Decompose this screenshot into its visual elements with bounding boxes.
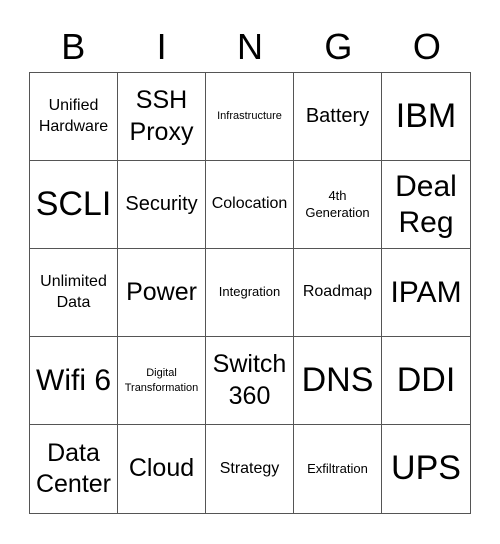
bingo-cell[interactable]: Switch 360: [206, 337, 294, 425]
bingo-cell[interactable]: 4th Generation: [294, 161, 382, 249]
cell-label: Switch 360: [212, 350, 287, 410]
cell-label: Cloud: [128, 454, 195, 483]
bingo-cell[interactable]: Unlimited Data: [30, 249, 118, 337]
bingo-cell[interactable]: IBM: [382, 73, 470, 161]
bingo-cell[interactable]: Power: [118, 249, 206, 337]
cell-label: Infrastructure: [217, 110, 282, 123]
bingo-cell[interactable]: Security: [118, 161, 206, 249]
bingo-cell[interactable]: SCLI: [30, 161, 118, 249]
cell-label: IBM: [395, 96, 457, 135]
cell-label: Digital Transformation: [124, 367, 199, 394]
bingo-cell[interactable]: UPS: [382, 425, 470, 513]
bingo-header: B I N G O: [29, 22, 471, 72]
bingo-cell[interactable]: Strategy: [206, 425, 294, 513]
bingo-cell[interactable]: DDI: [382, 337, 470, 425]
bingo-cell[interactable]: IPAM: [382, 249, 470, 337]
cell-label: Strategy: [219, 459, 280, 477]
header-letter-b: B: [61, 26, 86, 67]
cell-label: Wifi 6: [36, 363, 111, 397]
bingo-cell[interactable]: Digital Transformation: [118, 337, 206, 425]
cell-label: SCLI: [35, 184, 112, 223]
bingo-cell[interactable]: Cloud: [118, 425, 206, 513]
bingo-cell[interactable]: Exfiltration: [294, 425, 382, 513]
cell-label: Exfiltration: [307, 460, 368, 476]
bingo-grid: Unified Hardware SSH Proxy Infrastructure B…: [29, 72, 471, 514]
cell-label: Battery: [305, 105, 370, 127]
bingo-cell[interactable]: DNS: [294, 337, 382, 425]
cell-label: Security: [125, 193, 198, 215]
bingo-cell[interactable]: Data Center: [30, 425, 118, 513]
cell-label: Power: [126, 277, 197, 306]
cell-label: 4th Generation: [305, 187, 370, 220]
cell-label: Roadmap: [302, 283, 373, 301]
header-letter-n: N: [237, 26, 264, 67]
cell-label: UPS: [391, 449, 461, 488]
cell-label: Deal Reg: [395, 169, 457, 239]
cell-label: SSH Proxy: [129, 86, 194, 146]
bingo-cell[interactable]: SSH Proxy: [118, 73, 206, 161]
cell-label: DDI: [396, 360, 456, 399]
cell-label: DNS: [301, 360, 374, 399]
header-letter-o: O: [412, 26, 441, 67]
header-letter-g: G: [324, 26, 353, 67]
bingo-cell[interactable]: Integration: [206, 249, 294, 337]
header-letter-i: I: [156, 26, 167, 67]
bingo-cell[interactable]: Infrastructure: [206, 73, 294, 161]
cell-label: Colocation: [211, 195, 288, 213]
cell-label: Integration: [218, 284, 281, 300]
bingo-cell[interactable]: Wifi 6: [30, 337, 118, 425]
bingo-cell[interactable]: Roadmap: [294, 249, 382, 337]
bingo-cell[interactable]: Colocation: [206, 161, 294, 249]
bingo-cell[interactable]: Unified Hardware: [30, 73, 118, 161]
cell-label: IPAM: [390, 275, 462, 309]
bingo-cell[interactable]: Deal Reg: [382, 161, 470, 249]
cell-label: Data Center: [35, 438, 112, 498]
cell-label: Unified Hardware: [38, 96, 109, 135]
bingo-cell[interactable]: Battery: [294, 73, 382, 161]
cell-label: Unlimited Data: [40, 272, 107, 311]
